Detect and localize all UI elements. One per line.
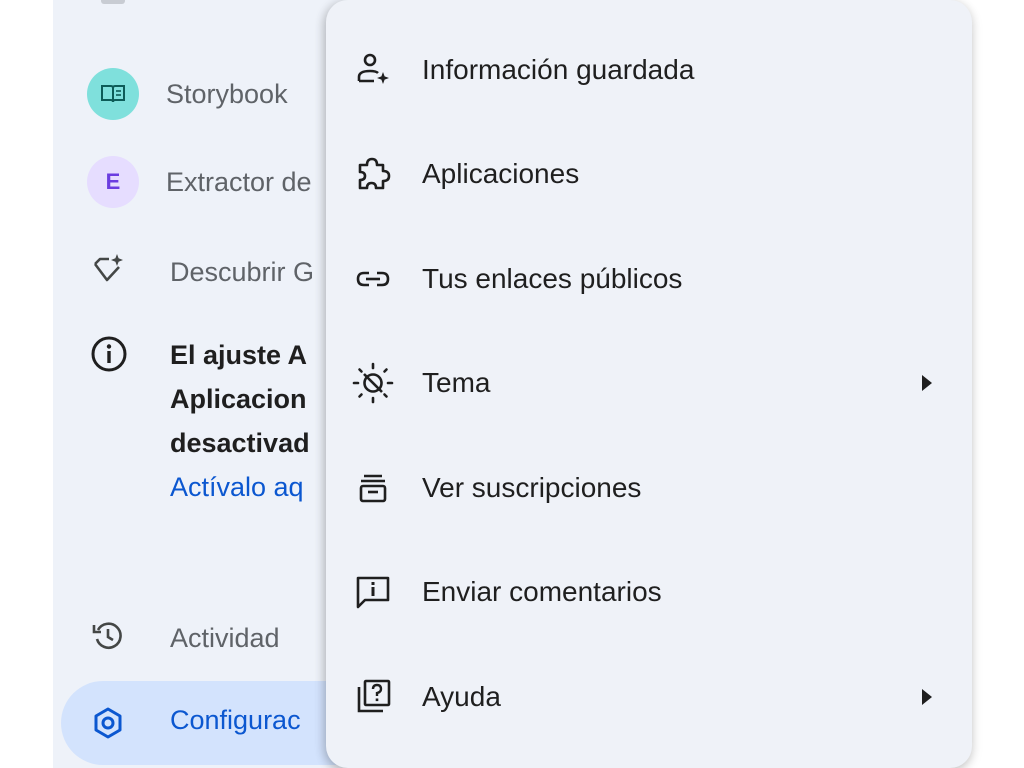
sidebar-item-label: Storybook xyxy=(166,78,288,109)
person-sparkle-icon xyxy=(352,49,394,91)
sidebar-item-extractor[interactable]: E Extractor de xyxy=(53,156,373,208)
sidebar: Storybook E Extractor de Descubrir G El … xyxy=(53,0,381,768)
help-icon xyxy=(352,676,394,718)
menu-item-label: Tus enlaces públicos xyxy=(422,263,683,294)
menu-item-label: Ver suscripciones xyxy=(422,472,642,503)
menu-item-label: Ayuda xyxy=(422,681,501,712)
sidebar-item-storybook[interactable]: Storybook xyxy=(53,68,373,120)
submenu-arrow-icon xyxy=(922,375,932,391)
gear-icon xyxy=(91,706,125,740)
sidebar-item-label: Configurac xyxy=(170,705,301,735)
info-icon xyxy=(89,334,129,374)
menu-item-label: Aplicaciones xyxy=(422,158,580,189)
menu-item-public-links[interactable]: Tus enlaces públicos xyxy=(326,227,972,331)
sidebar-item-activity[interactable]: Actividad xyxy=(53,616,373,660)
theme-icon xyxy=(352,362,394,404)
subscriptions-icon xyxy=(352,467,394,509)
feedback-icon xyxy=(352,571,394,613)
menu-item-apps[interactable]: Aplicaciones xyxy=(326,122,972,226)
menu-item-feedback[interactable]: Enviar comentarios xyxy=(326,540,972,644)
puzzle-icon xyxy=(352,153,394,195)
partial-item-icon xyxy=(101,0,125,4)
sidebar-item-discover[interactable]: Descubrir G xyxy=(53,250,373,294)
menu-item-label: Tema xyxy=(422,367,491,398)
menu-item-theme[interactable]: Tema xyxy=(326,331,972,435)
history-icon xyxy=(91,619,125,653)
book-icon xyxy=(87,68,139,120)
menu-item-subscriptions[interactable]: Ver suscripciones xyxy=(326,436,972,540)
gem-sparkle-icon xyxy=(91,253,125,287)
sidebar-item-label: Descubrir G xyxy=(170,256,315,287)
link-icon xyxy=(352,258,394,300)
settings-menu: Información guardada Aplicaciones Tus en… xyxy=(326,0,972,768)
letter-avatar: E xyxy=(87,156,139,208)
menu-item-label: Información guardada xyxy=(422,54,695,85)
sidebar-item-label: Extractor de xyxy=(166,166,312,197)
menu-item-label: Enviar comentarios xyxy=(422,576,662,607)
sidebar-item-label: Actividad xyxy=(170,622,280,653)
submenu-arrow-icon xyxy=(922,689,932,705)
menu-item-help[interactable]: Ayuda xyxy=(326,645,972,749)
menu-item-saved-info[interactable]: Información guardada xyxy=(326,18,972,122)
